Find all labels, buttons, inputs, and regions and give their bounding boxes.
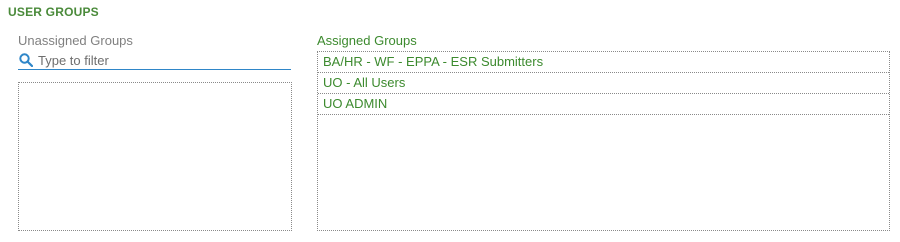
assigned-group-item[interactable]: UO ADMIN [318, 94, 889, 115]
filter-field[interactable] [18, 51, 291, 70]
filter-input[interactable] [38, 51, 288, 69]
assigned-groups-list[interactable]: BA/HR - WF - EPPA - ESR Submitters UO - … [317, 51, 890, 231]
section-title: USER GROUPS [8, 5, 99, 19]
assigned-group-item[interactable]: BA/HR - WF - EPPA - ESR Submitters [318, 52, 889, 73]
search-icon [19, 53, 33, 67]
unassigned-groups-list[interactable] [18, 82, 292, 231]
unassigned-groups-label: Unassigned Groups [18, 33, 133, 48]
assigned-group-item[interactable]: UO - All Users [318, 73, 889, 94]
assigned-groups-label: Assigned Groups [317, 33, 417, 48]
